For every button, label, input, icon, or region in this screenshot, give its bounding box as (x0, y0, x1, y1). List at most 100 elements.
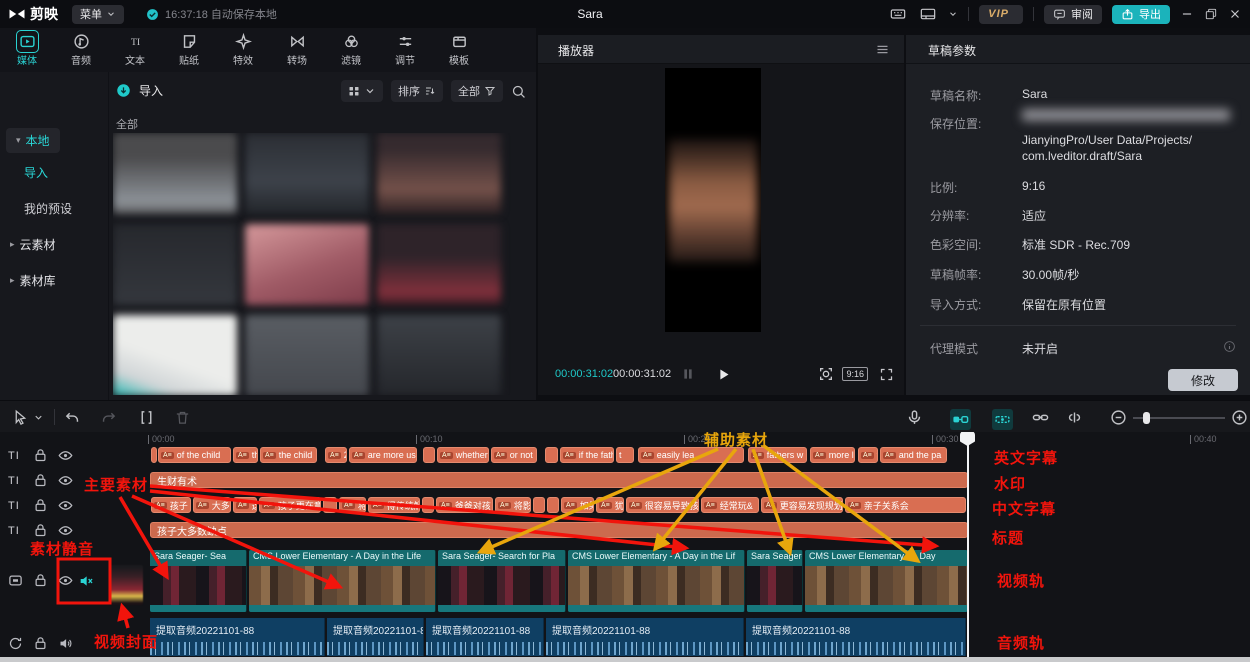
modify-button[interactable]: 修改 (1168, 369, 1238, 391)
playhead-line[interactable] (967, 432, 969, 657)
fullscreen-icon[interactable] (879, 367, 894, 382)
video-preview[interactable] (665, 68, 761, 332)
nav-item-local[interactable]: ▾本地 (6, 128, 60, 153)
en-subtitle-clip[interactable] (151, 447, 157, 463)
sort-button[interactable]: 排序 (391, 80, 443, 102)
lock-icon[interactable] (33, 448, 48, 463)
en-subtitle-clip[interactable]: A≡are more us (349, 447, 417, 463)
menu-button[interactable]: 菜单 (72, 5, 124, 24)
video-clip[interactable]: Sara Seager- Sea (150, 550, 247, 612)
en-subtitle-clip[interactable] (545, 447, 558, 463)
redo-icon[interactable] (100, 409, 117, 426)
unlink-preview-icon[interactable] (1066, 409, 1083, 426)
undo-icon[interactable] (64, 409, 81, 426)
en-subtitle-clip[interactable]: A≡and the pa (880, 447, 947, 463)
tab-template[interactable]: 模板 (432, 28, 486, 72)
en-subtitle-clip[interactable] (423, 447, 435, 463)
cn-subtitle-clip[interactable]: A≡这 (233, 497, 257, 513)
en-subtitle-clip[interactable]: A≡of the child (158, 447, 231, 463)
cn-subtitle-clip[interactable]: A≡爸爸对孩 (436, 497, 493, 513)
timeline-zoom-knob[interactable] (1143, 412, 1150, 424)
video-cover-thumbnail[interactable] (110, 565, 143, 605)
nav-item-import[interactable]: 导入 (24, 164, 48, 181)
tab-text[interactable]: TI文本 (108, 28, 162, 72)
cn-subtitle-clip[interactable] (547, 497, 559, 513)
vip-button[interactable]: VIP (979, 5, 1023, 24)
select-tool-icon[interactable] (12, 409, 29, 426)
media-thumbnail[interactable] (377, 315, 501, 395)
video-clip[interactable]: CMS Lower Elementary - A Day in the Lif (568, 550, 745, 612)
frame-step-icon[interactable] (678, 366, 700, 382)
cn-subtitle-clip[interactable]: A≡孩子更在意 (259, 497, 321, 513)
play-button[interactable] (716, 367, 731, 382)
cn-subtitle-clip[interactable]: A≡很容易导致孩 (626, 497, 699, 513)
title-clip[interactable]: 孩子大多数缺点 (150, 522, 968, 538)
lock-icon[interactable] (33, 523, 48, 538)
close-button[interactable] (1228, 7, 1242, 21)
en-subtitle-clip[interactable]: A≡v (858, 447, 878, 463)
cn-subtitle-clip[interactable]: A≡大多 (193, 497, 231, 513)
playhead-handle[interactable] (960, 432, 975, 446)
review-button[interactable]: 审阅 (1044, 5, 1102, 24)
split-icon[interactable] (138, 409, 155, 426)
cn-subtitle-clip[interactable]: A≡将影 (495, 497, 531, 513)
en-subtitle-clip[interactable]: A≡whether t (437, 447, 489, 463)
audio-clip[interactable]: 提取音频20221101-88 (546, 618, 744, 656)
player-menu-icon[interactable] (875, 42, 890, 57)
cn-subtitle-clip[interactable]: A≡更容易发现规划 (761, 497, 843, 513)
record-voiceover-icon[interactable] (906, 409, 923, 426)
cn-subtitle-clip[interactable]: A≡孩子 (151, 497, 191, 513)
media-thumbnail[interactable] (245, 133, 369, 214)
en-subtitle-clip[interactable]: A≡more l (810, 447, 855, 463)
nav-item-library[interactable]: ▸素材库 (10, 272, 56, 289)
media-thumbnail[interactable] (245, 224, 369, 305)
search-icon[interactable] (511, 84, 526, 99)
track-mute-icon[interactable] (78, 573, 94, 589)
minimize-button[interactable] (1180, 7, 1194, 21)
audio-clip[interactable]: 提取音频20221101-88 (426, 618, 544, 656)
tab-sticker[interactable]: 贴纸 (162, 28, 216, 72)
import-media-button[interactable]: 导入 (116, 82, 163, 99)
en-subtitle-clip[interactable]: A≡or not (491, 447, 537, 463)
bottom-scrollbar[interactable] (0, 657, 1250, 662)
zoom-out-icon[interactable] (1110, 409, 1127, 426)
cn-subtitle-clip[interactable] (323, 497, 337, 513)
en-subtitle-clip[interactable]: A≡if the fath (560, 447, 614, 463)
filter-button[interactable]: 全部 (451, 80, 503, 102)
media-thumbnail[interactable] (113, 224, 237, 305)
link-clips-icon[interactable] (1032, 409, 1049, 426)
audio-clip[interactable]: 提取音频20221101-88 (746, 618, 966, 656)
media-thumbnail[interactable] (113, 133, 237, 214)
tab-media[interactable]: 媒体 (0, 28, 54, 72)
tab-filterwheel[interactable]: 滤镜 (324, 28, 378, 72)
lock-icon[interactable] (33, 473, 48, 488)
cn-subtitle-clip[interactable] (422, 497, 434, 513)
delete-icon[interactable] (174, 409, 191, 426)
chevron-down-icon[interactable] (948, 9, 958, 19)
audio-clip[interactable]: 提取音频20221101-88 (150, 618, 325, 656)
video-clip[interactable]: CMS Lower Elementary - A Day in the Life (249, 550, 436, 612)
en-subtitle-clip[interactable]: A≡th (233, 447, 258, 463)
watermark-clip[interactable]: 生财有术 (150, 472, 968, 488)
cn-subtitle-clip[interactable]: A≡将 (339, 497, 366, 513)
media-thumbnail[interactable] (377, 224, 501, 305)
video-clip[interactable]: Sara Seager- Search for Pla (438, 550, 566, 612)
tab-transition[interactable]: 转场 (270, 28, 324, 72)
auto-link-icon[interactable] (992, 409, 1013, 430)
zoom-in-icon[interactable] (1231, 409, 1248, 426)
video-clip[interactable]: Sara Seager- (747, 550, 803, 612)
cn-subtitle-clip[interactable]: A≡得传统解 (368, 497, 420, 513)
lock-icon[interactable] (33, 573, 48, 588)
media-thumbnail[interactable] (245, 315, 369, 395)
media-thumbnail[interactable] (113, 315, 237, 395)
lock-icon[interactable] (33, 636, 48, 651)
maximize-button[interactable] (1204, 7, 1218, 21)
cn-subtitle-clip[interactable]: A≡经常玩& (701, 497, 759, 513)
eye-icon[interactable] (58, 448, 73, 463)
eye-icon[interactable] (58, 573, 73, 588)
tab-adjust[interactable]: 调节 (378, 28, 432, 72)
nav-item-cloud[interactable]: ▸云素材 (10, 236, 56, 253)
lock-icon[interactable] (33, 498, 48, 513)
chevron-down-icon[interactable] (33, 409, 44, 426)
shortcut-keyboard-icon[interactable] (888, 6, 908, 22)
